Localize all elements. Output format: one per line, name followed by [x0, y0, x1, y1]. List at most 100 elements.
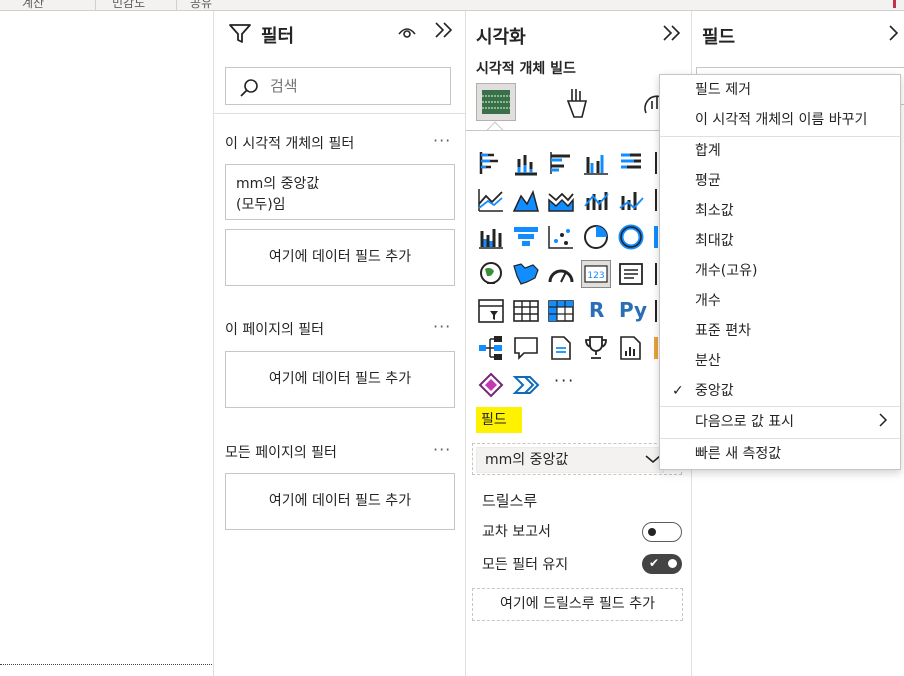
menu-item-maximum[interactable]: 최대값 — [660, 226, 900, 256]
ribbon-strip: 계산 민감도 공유 — [0, 0, 904, 11]
gauge-icon[interactable] — [546, 260, 576, 288]
table-icon[interactable] — [511, 297, 541, 325]
paginated-report-icon[interactable] — [546, 334, 576, 362]
clustered-bar-chart-icon[interactable] — [546, 149, 576, 177]
ribbon-tab-share[interactable]: 공유 — [190, 0, 212, 11]
filled-map-icon[interactable] — [511, 260, 541, 288]
multi-row-card-icon[interactable] — [616, 260, 646, 288]
menu-item-std-dev[interactable]: 표준 편차 — [660, 316, 900, 346]
menu-item-label: 이 시각적 개체의 이름 바꾸기 — [695, 112, 868, 128]
add-data-field-page[interactable]: 여기에 데이터 필드 추가 — [225, 351, 455, 408]
python-visual-icon[interactable]: Py — [616, 297, 647, 325]
line-and-stacked-column-icon[interactable] — [581, 186, 611, 214]
menu-item-minimum[interactable]: 최소값 — [660, 196, 900, 226]
cross-report-toggle[interactable] — [642, 522, 682, 542]
smart-narrative-icon[interactable] — [511, 334, 541, 362]
ribbon-tab-sensitivity[interactable]: 민감도 — [112, 0, 145, 11]
line-and-clustered-column-icon[interactable] — [616, 186, 646, 214]
power-automate-icon[interactable] — [511, 371, 541, 399]
funnel-chart-icon[interactable] — [511, 223, 541, 251]
divider — [214, 113, 465, 114]
stacked-bar-100-icon[interactable] — [616, 149, 646, 177]
add-data-field-visual[interactable]: 여기에 데이터 필드 추가 — [225, 229, 455, 286]
more-options-icon[interactable]: ··· — [433, 440, 451, 459]
menu-item-rename[interactable]: 이 시각적 개체의 이름 바꾸기 — [660, 105, 900, 135]
menu-item-show-value-as[interactable]: 다음으로 값 표시 — [660, 407, 900, 437]
menu-item-variance[interactable]: 분산 — [660, 346, 900, 376]
collapse-fields-icon[interactable] — [888, 23, 902, 47]
field-well-label: 필드 — [476, 407, 522, 433]
menu-item-quick-measure[interactable]: 빠른 새 측정값 — [660, 439, 900, 469]
fields-title: 필드 — [702, 27, 736, 48]
menu-item-label: 다음으로 값 표시 — [695, 414, 795, 430]
chevron-right-icon — [878, 407, 888, 437]
all-pages-filters-heading: 모든 페이지의 필터 — [225, 445, 337, 461]
drillthrough-field-well[interactable]: 여기에 드릴스루 필드 추가 — [472, 588, 683, 621]
menu-item-label: 개수 — [695, 293, 721, 309]
collapse-filters-icon[interactable] — [434, 20, 454, 44]
r-visual-icon[interactable]: R — [581, 297, 611, 325]
more-visuals-icon[interactable]: ··· — [554, 371, 575, 390]
r-visual-label: R — [589, 298, 605, 322]
filters-title: 필터 — [261, 26, 295, 47]
line-chart-icon[interactable] — [476, 186, 506, 214]
add-data-field-all-pages[interactable]: 여기에 데이터 필드 추가 — [225, 473, 455, 530]
menu-item-label: 최대값 — [695, 233, 734, 249]
toggle-knob — [668, 559, 677, 568]
menu-item-label: 필드 제거 — [695, 82, 751, 98]
stacked-column-chart-icon[interactable] — [511, 149, 541, 177]
format-paintbrush-icon[interactable] — [564, 87, 594, 123]
filter-card-field: mm의 중앙값 — [236, 176, 320, 192]
ribbon-separator — [176, 0, 177, 10]
power-apps-diamond-icon[interactable] — [476, 371, 506, 399]
stacked-bar-chart-icon[interactable] — [476, 149, 506, 177]
menu-item-label: 개수(고유) — [695, 263, 758, 279]
field-context-menu: 필드 제거 이 시각적 개체의 이름 바꾸기 합계 평균 최소값 최대값 개수(… — [659, 74, 901, 470]
menu-item-median[interactable]: ✓ 중앙값 — [660, 376, 900, 406]
checkmark-icon: ✔ — [649, 556, 660, 570]
page-filters-heading: 이 페이지의 필터 — [225, 322, 325, 338]
menu-item-label: 최소값 — [695, 203, 734, 219]
search-icon — [239, 78, 259, 102]
matrix-icon[interactable] — [546, 297, 576, 325]
ribbon-tab-calc[interactable]: 계산 — [22, 0, 44, 11]
filter-card-median[interactable]: mm의 중앙값 (모두)임 — [225, 164, 455, 220]
waterfall-chart-icon[interactable] — [476, 223, 506, 251]
trophy-icon[interactable] — [581, 334, 611, 362]
scatter-chart-icon[interactable] — [546, 223, 576, 251]
more-options-icon[interactable]: ··· — [433, 131, 451, 150]
svg-text:123: 123 — [587, 271, 604, 281]
clustered-column-chart-icon[interactable] — [581, 149, 611, 177]
menu-item-count[interactable]: 개수 — [660, 286, 900, 316]
stacked-area-chart-icon[interactable] — [546, 186, 576, 214]
menu-item-label: 합계 — [695, 143, 721, 159]
collapse-visualizations-icon[interactable] — [662, 23, 682, 47]
filter-search-input[interactable] — [270, 75, 440, 97]
field-well[interactable]: mm의 중앙값 — [472, 443, 682, 475]
field-pill-median[interactable]: mm의 중앙값 — [476, 447, 664, 473]
menu-item-sum[interactable]: 합계 — [660, 136, 900, 166]
menu-item-count-distinct[interactable]: 개수(고유) — [660, 256, 900, 286]
slicer-icon[interactable] — [476, 297, 506, 325]
menu-item-average[interactable]: 평균 — [660, 166, 900, 196]
donut-chart-icon[interactable] — [616, 223, 646, 251]
keep-all-filters-toggle[interactable]: ✔ — [642, 554, 682, 574]
table-grid-icon — [482, 90, 510, 114]
map-icon[interactable] — [476, 260, 506, 288]
menu-item-label: 표준 편차 — [695, 323, 751, 339]
menu-item-remove-field[interactable]: 필드 제거 — [660, 75, 900, 105]
report-canvas[interactable] — [0, 11, 213, 676]
filter-search-box[interactable] — [225, 67, 451, 105]
more-options-icon[interactable]: ··· — [433, 317, 451, 336]
decomposition-tree-icon[interactable] — [476, 334, 506, 362]
checkmark-icon: ✓ — [672, 383, 684, 399]
pie-chart-icon[interactable] — [581, 223, 611, 251]
report-chart-icon[interactable] — [616, 334, 646, 362]
eye-icon[interactable] — [398, 25, 416, 43]
area-chart-icon[interactable] — [511, 186, 541, 214]
menu-item-label: 분산 — [695, 353, 721, 369]
card-icon[interactable]: 123 — [581, 260, 611, 288]
filter-icon — [229, 24, 251, 48]
build-visual-tab[interactable] — [476, 83, 516, 121]
canvas-border — [0, 664, 212, 665]
